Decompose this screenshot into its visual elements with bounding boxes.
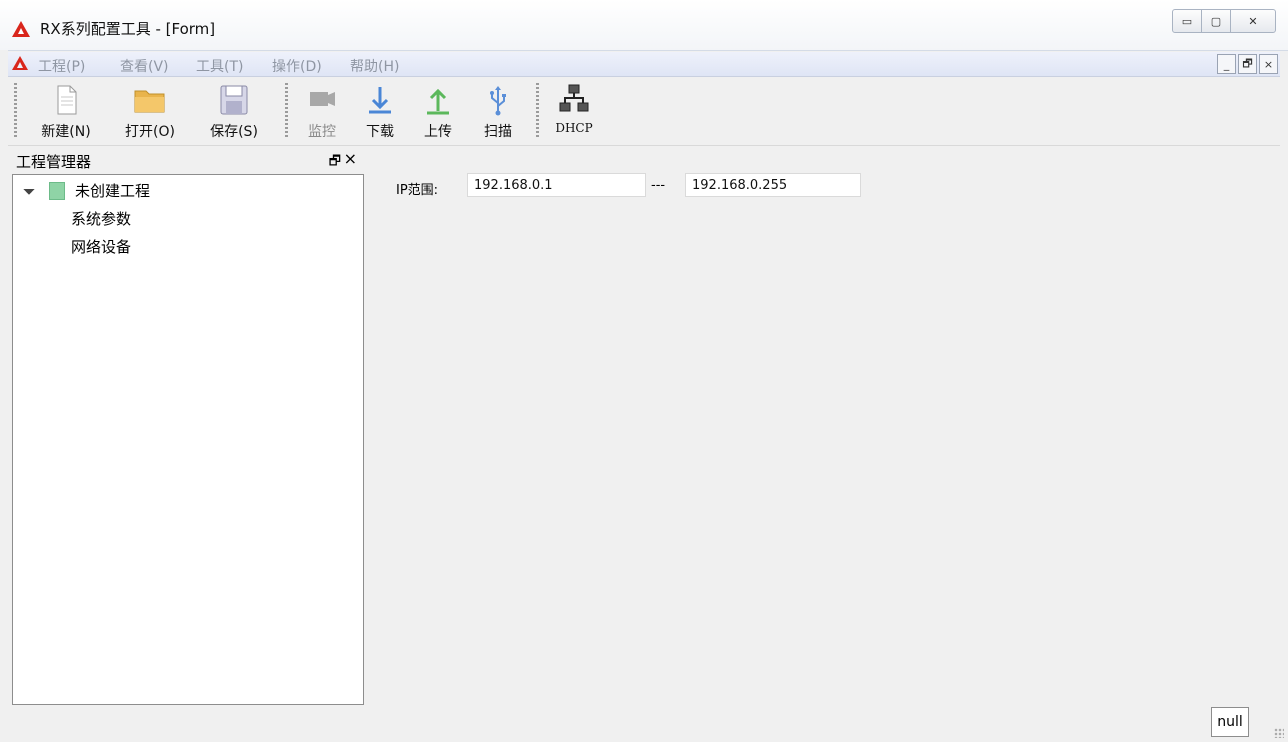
upload-button[interactable]: 上传 <box>418 83 458 143</box>
status-value: null <box>1217 714 1243 730</box>
toolbar-grip[interactable] <box>14 83 17 139</box>
window-frame-left <box>0 50 8 742</box>
close-icon: ✕ <box>1248 14 1258 28</box>
new-button-label: 新建(N) <box>41 124 91 140</box>
menu-item-help[interactable]: 帮助(H) <box>350 56 399 76</box>
ip-range-separator: --- <box>651 178 666 193</box>
new-button[interactable]: 新建(N) <box>34 83 98 143</box>
expand-arrow-icon[interactable] <box>23 183 35 195</box>
menu-item-project[interactable]: 工程(P) <box>38 56 85 76</box>
mdi-restore-button[interactable]: 🗗 <box>1238 54 1257 74</box>
usb-icon <box>490 86 506 116</box>
network-icon <box>559 84 589 112</box>
maximize-window-button[interactable]: ▢ <box>1201 9 1231 33</box>
project-icon <box>49 182 65 200</box>
new-document-icon <box>57 85 77 115</box>
tree-root-item[interactable]: 未创建工程 <box>13 175 361 203</box>
project-tree: 未创建工程 系统参数 网络设备 <box>12 174 364 705</box>
open-button[interactable]: 打开(O) <box>118 83 182 143</box>
save-button[interactable]: 保存(S) <box>202 83 266 143</box>
close-panel-icon[interactable]: × <box>344 149 357 168</box>
minimize-icon: ▭ <box>1181 14 1193 28</box>
toolbar: 新建(N) 打开(O) 保存(S) 监控 下载 上传 扫描 DHCP <box>8 77 1280 146</box>
mdi-logo-icon <box>12 56 28 70</box>
maximize-icon: ▢ <box>1210 14 1222 28</box>
minimize-icon: _ <box>1223 57 1230 71</box>
dock-icon[interactable]: 🗗 <box>329 152 341 174</box>
floppy-disk-icon <box>220 85 248 115</box>
upload-arrow-icon <box>427 88 449 115</box>
mdi-controls: _ 🗗 × <box>1217 54 1278 74</box>
upload-button-label: 上传 <box>424 124 452 140</box>
monitor-button[interactable]: 监控 <box>302 83 342 143</box>
menu-item-view[interactable]: 查看(V) <box>120 56 169 76</box>
menu-bar: 工程(P) 查看(V) 工具(T) 操作(D) 帮助(H) _ 🗗 × <box>8 52 1280 77</box>
status-box: null <box>1211 707 1249 737</box>
scan-button-label: 扫描 <box>484 124 512 140</box>
folder-icon <box>134 90 165 113</box>
scan-button[interactable]: 扫描 <box>478 83 518 143</box>
minimize-window-button[interactable]: ▭ <box>1172 9 1202 33</box>
download-button[interactable]: 下载 <box>360 83 400 143</box>
ip-range-label: IP范围: <box>396 183 439 198</box>
download-button-label: 下载 <box>366 124 394 140</box>
menu-item-tools[interactable]: 工具(T) <box>196 56 243 76</box>
tree-item-system-params[interactable]: 系统参数 <box>71 208 131 229</box>
restore-icon: 🗗 <box>1242 56 1253 70</box>
download-arrow-icon <box>369 87 391 114</box>
menu-item-operation[interactable]: 操作(D) <box>272 56 322 76</box>
dhcp-button[interactable]: DHCP <box>552 83 596 143</box>
window-titlebar: RX系列配置工具 - [Form] ▭ ▢ ✕ <box>0 0 1288 51</box>
app-logo-icon <box>12 21 30 37</box>
save-button-label: 保存(S) <box>210 124 258 140</box>
close-icon: × <box>1263 57 1274 71</box>
dhcp-button-label: DHCP <box>555 121 593 135</box>
camera-icon <box>310 92 335 106</box>
window-controls: ▭ ▢ ✕ <box>1172 9 1276 33</box>
ip-start-input[interactable] <box>467 173 646 197</box>
window-title: RX系列配置工具 - [Form] <box>40 20 216 38</box>
toolbar-separator <box>285 83 288 139</box>
monitor-button-label: 监控 <box>308 124 336 140</box>
open-button-label: 打开(O) <box>125 124 175 140</box>
close-window-button[interactable]: ✕ <box>1230 9 1276 33</box>
toolbar-separator <box>536 83 539 139</box>
project-panel-title: 工程管理器 <box>16 153 92 171</box>
mdi-minimize-button[interactable]: _ <box>1217 54 1236 74</box>
project-panel-header: 工程管理器 🗗 × <box>10 148 363 172</box>
tree-item-network-devices[interactable]: 网络设备 <box>71 236 131 257</box>
resize-grip[interactable] <box>1274 728 1284 738</box>
ip-end-input[interactable] <box>685 173 861 197</box>
mdi-close-button[interactable]: × <box>1259 54 1278 74</box>
tree-root-label: 未创建工程 <box>75 182 151 200</box>
